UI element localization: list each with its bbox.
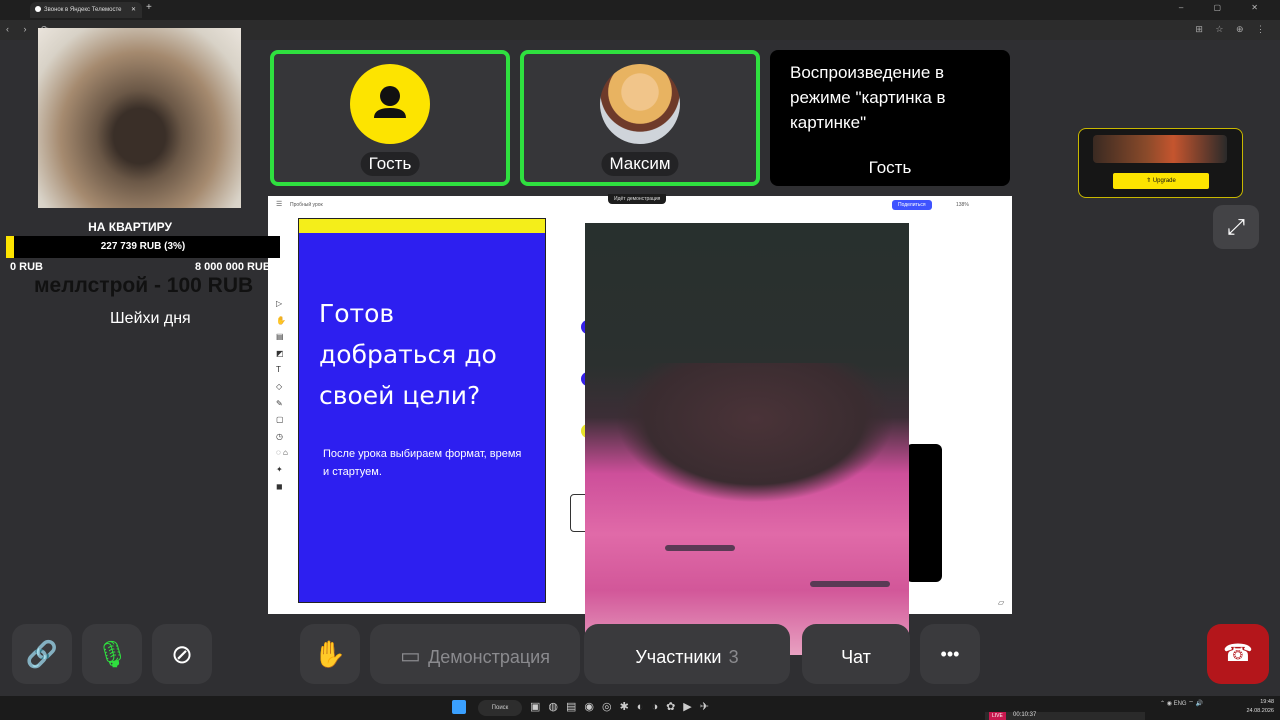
participant-name: Гость <box>360 152 420 176</box>
ad-banner[interactable]: ⇑ Upgrade <box>1078 128 1243 198</box>
slide: Готов добраться до своей цели? После уро… <box>298 218 546 603</box>
donation-collected: 227 739 RUB (3%) <box>100 241 186 252</box>
link-icon: 🔗 <box>25 639 59 669</box>
raise-hand-button[interactable]: ✋ <box>300 624 360 684</box>
donation-min: 0 RUB <box>10 261 44 273</box>
window-controls[interactable]: – ▢ ✕ <box>1179 3 1272 12</box>
participant-tile-maxim[interactable]: Максим <box>520 50 760 186</box>
expand-icon[interactable]: ⤢ <box>1213 205 1259 249</box>
avatar <box>600 64 680 144</box>
system-tray[interactable]: ⌃ ◉ ENG ⌔ 🔊 <box>1160 699 1203 707</box>
map-icon[interactable]: ▱ <box>998 598 1004 607</box>
browser-extension-icons[interactable]: ⊞ ☆ ⊕ ⋮ <box>1195 24 1270 35</box>
webcam-eye <box>665 545 735 551</box>
tool-rail[interactable]: ▷ ✋ ▤ ◩ T ◇ ✎ ▢ ◷ ◌ ⌂ ✦ ◼ <box>276 296 288 495</box>
browser-tab[interactable]: Звонок в Яндекс Телемосте ✕ <box>30 2 142 18</box>
slide-stripe <box>299 219 545 233</box>
new-tab-button[interactable]: + <box>146 2 152 13</box>
microphone-button[interactable]: 🎙 <box>82 624 142 684</box>
clock-date: 24.08.2026 <box>1246 708 1274 714</box>
browser-tab-bar <box>0 0 1280 20</box>
camera-button[interactable]: ⊘ <box>152 624 212 684</box>
participants-button[interactable]: Участники 3 <box>584 624 790 684</box>
screen-icon: ▭ <box>400 643 421 668</box>
windows-start-icon[interactable] <box>452 700 466 714</box>
participant-tile-pip[interactable]: Воспроизведение в режиме "картинка в кар… <box>770 50 1010 186</box>
phone-icon: ☎ <box>1223 640 1253 667</box>
recording-bar: LIVE 00:10:37 <box>985 712 1145 720</box>
menu-icon[interactable]: ☰ <box>276 200 282 208</box>
donation-caption: Шейхи дня <box>110 310 191 327</box>
participant-tile-guest[interactable]: Гость <box>270 50 510 186</box>
more-button[interactable]: ••• <box>920 624 980 684</box>
slide-subtitle: После урока выбираем формат, время и ста… <box>323 448 522 478</box>
tab-title: Звонок в Яндекс Телемосте <box>44 7 122 13</box>
webcam-hair <box>615 363 895 503</box>
chat-label: Чат <box>841 647 871 667</box>
telemost-favicon-icon <box>35 6 41 13</box>
taskbar-search[interactable]: Поиск <box>478 700 522 716</box>
tab-close-icon[interactable]: ✕ <box>131 2 136 18</box>
participants-label: Участники <box>635 647 722 667</box>
more-icon: ••• <box>940 644 960 664</box>
taskbar-clock[interactable]: 19:48 24.08.2026 <box>1240 698 1274 716</box>
rifle-image <box>1093 135 1227 163</box>
participant-name: Максим <box>601 152 679 176</box>
clock-time: 19:48 <box>1260 699 1274 705</box>
end-call-button[interactable]: ☎ <box>1207 624 1269 684</box>
webcam-eye <box>810 581 890 587</box>
microphone-icon: 🎙 <box>95 639 129 669</box>
screen-share-label: Демонстрация <box>428 647 550 667</box>
screen-share-button[interactable]: ▭ Демонстрация <box>370 624 580 684</box>
pug-image <box>38 28 241 208</box>
doc-breadcrumb[interactable]: Пробный урок <box>290 202 323 208</box>
last-donation: меллстрой - 100 RUB <box>34 274 254 297</box>
share-button[interactable]: Поделиться <box>892 200 932 210</box>
participant-name: Гость <box>868 158 912 177</box>
taskbar-app-icons[interactable]: ▣◍▤◉◎✱◐◑✿▶✈ <box>530 700 717 713</box>
guest-avatar <box>350 64 430 144</box>
slide-title: Готов добраться до своей цели? <box>319 299 497 410</box>
donation-goal-title: НА КВАРТИРУ <box>88 220 172 234</box>
qr-code <box>906 444 942 582</box>
chat-button[interactable]: Чат <box>802 624 910 684</box>
participants-count: 3 <box>728 647 739 667</box>
webcam-overlay[interactable] <box>585 223 909 655</box>
recording-time: 00:10:37 <box>1013 712 1037 718</box>
camera-off-icon: ⊘ <box>171 639 193 669</box>
upgrade-button[interactable]: ⇑ Upgrade <box>1113 173 1209 189</box>
zoom-level[interactable]: 138% <box>956 202 969 208</box>
copy-link-button[interactable]: 🔗 <box>12 624 72 684</box>
share-indicator: Идёт демонстрация <box>608 194 667 204</box>
donation-progress-bar: 227 739 RUB (3%) <box>6 236 280 258</box>
live-badge: LIVE <box>989 712 1006 720</box>
pip-message: Воспроизведение в режиме "картинка в кар… <box>790 63 946 132</box>
user-icon <box>374 86 406 118</box>
donation-max: 8 000 000 RUB <box>195 261 271 273</box>
hand-icon: ✋ <box>313 639 347 669</box>
